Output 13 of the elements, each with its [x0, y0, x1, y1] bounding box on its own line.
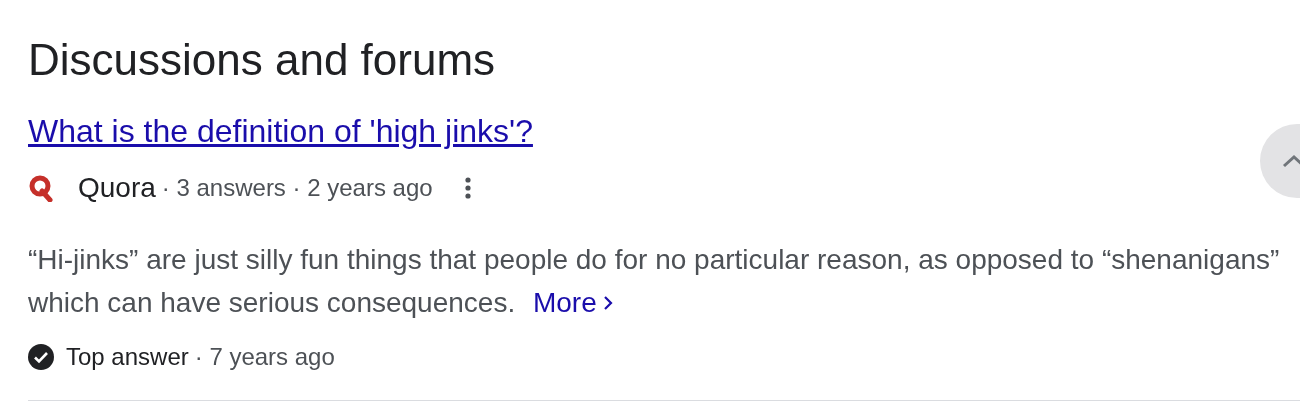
answer-snippet: “Hi-jinks” are just silly fun things that people do for no particular reason, as opposed to “shenanigans” which can have serious consequences. More	[28, 238, 1290, 324]
source-name: Quora	[78, 172, 156, 204]
section-heading: Discussions and forums	[28, 34, 497, 86]
badge-meta: · 7 years ago	[194, 343, 335, 371]
result-title-link[interactable]: What is the definition of 'high jinks'?	[28, 113, 533, 149]
badge-label: Top answer	[66, 343, 189, 371]
q-logo-icon	[28, 174, 54, 202]
result-meta: · 3 answers · 2 years ago	[161, 174, 433, 202]
vertical-dots-icon	[464, 177, 471, 199]
more-link[interactable]: More	[532, 281, 613, 324]
chevron-right-icon	[602, 294, 613, 311]
chevron-up-icon	[1282, 154, 1300, 168]
check-circle-icon	[28, 344, 54, 370]
